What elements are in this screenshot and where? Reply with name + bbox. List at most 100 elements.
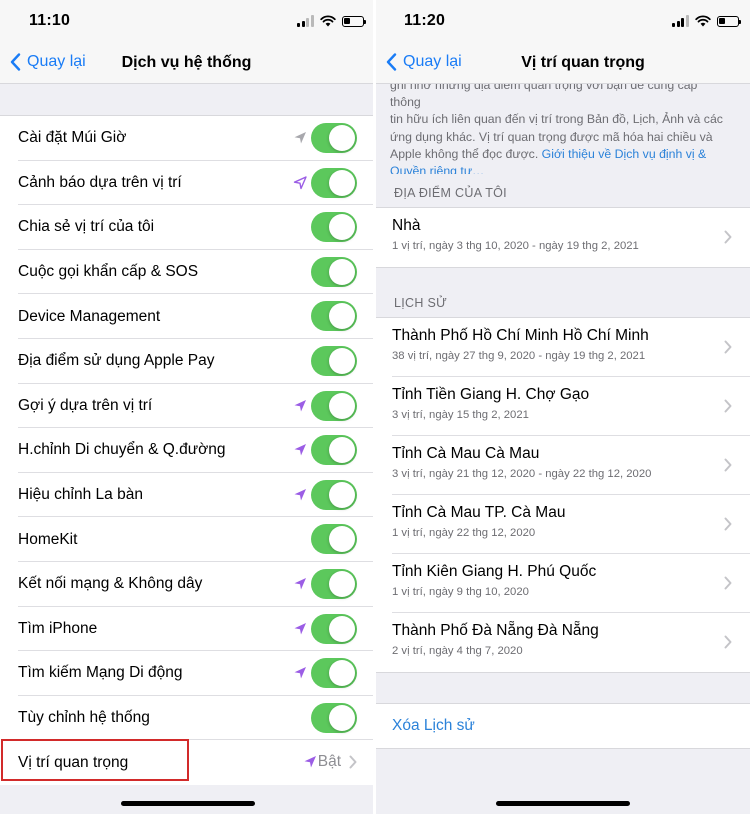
home-indicator bbox=[496, 801, 630, 806]
setting-row[interactable]: Vị trí quan trọng Bật bbox=[0, 740, 373, 785]
cellular-signal-icon bbox=[672, 15, 689, 27]
status-icons bbox=[672, 14, 741, 28]
chevron-right-icon-wrap bbox=[724, 576, 732, 595]
toggle-switch[interactable] bbox=[311, 524, 357, 555]
status-time: 11:20 bbox=[404, 12, 446, 29]
toggle-knob bbox=[329, 570, 355, 597]
setting-row: Chia sẻ vị trí của tôi bbox=[0, 205, 373, 250]
location-arrow-icon bbox=[294, 622, 306, 635]
chevron-left-icon bbox=[386, 53, 397, 71]
toggle-switch[interactable] bbox=[311, 479, 357, 510]
toggle-knob bbox=[329, 660, 355, 687]
toggle-switch[interactable] bbox=[311, 301, 357, 332]
location-arrow-icon bbox=[294, 577, 306, 590]
home-indicator bbox=[121, 801, 255, 806]
toggle-switch[interactable] bbox=[311, 123, 357, 153]
location-detail: 3 vị trí, ngày 21 thg 12, 2020 - ngày 22… bbox=[392, 468, 652, 480]
location-row[interactable]: Nhà 1 vị trí, ngày 3 thg 10, 2020 - ngày … bbox=[376, 208, 750, 267]
setting-label: Hiệu chỉnh La bàn bbox=[18, 486, 143, 504]
toggle-knob bbox=[329, 526, 355, 553]
section-header-history: LỊCH SỬ bbox=[394, 296, 448, 310]
setting-label: Gợi ý dựa trên vị trí bbox=[18, 396, 153, 414]
setting-row: Device Management bbox=[0, 294, 373, 339]
toggle-knob bbox=[329, 704, 355, 731]
location-row[interactable]: Tỉnh Cà Mau Cà Mau 3 vị trí, ngày 21 thg … bbox=[376, 436, 750, 495]
toggle-knob bbox=[329, 214, 355, 241]
toggle-switch[interactable] bbox=[311, 212, 357, 243]
chevron-right-icon bbox=[724, 635, 732, 649]
location-detail: 2 vị trí, ngày 4 thg 7, 2020 bbox=[392, 645, 523, 657]
toggle-knob bbox=[329, 437, 355, 464]
privacy-link[interactable]: Giới thiệu về Dịch vụ định vị & bbox=[542, 147, 707, 161]
setting-row: HomeKit bbox=[0, 517, 373, 562]
nav-bar: Quay lại Vị trí quan trọng bbox=[376, 44, 750, 84]
battery-icon bbox=[716, 15, 741, 27]
chevron-right-icon-wrap bbox=[724, 230, 732, 249]
toggle-knob bbox=[329, 303, 355, 330]
toggle-knob bbox=[329, 392, 355, 419]
status-icons bbox=[297, 14, 366, 28]
location-row[interactable]: Tỉnh Kiên Giang H. Phú Quốc 1 vị trí, ngà… bbox=[376, 554, 750, 613]
page-title: Dịch vụ hệ thống bbox=[121, 54, 252, 71]
location-title: Tỉnh Cà Mau Cà Mau bbox=[392, 445, 540, 462]
location-detail: 1 vị trí, ngày 9 thg 10, 2020 bbox=[392, 586, 529, 598]
setting-row: H.chỉnh Di chuyển & Q.đường bbox=[0, 428, 373, 473]
setting-row: Tìm iPhone bbox=[0, 607, 373, 652]
setting-row: Cuộc gọi khẩn cấp & SOS bbox=[0, 250, 373, 295]
toggle-switch[interactable] bbox=[311, 702, 357, 733]
toggle-switch[interactable] bbox=[311, 568, 357, 599]
chevron-right-icon bbox=[724, 576, 732, 590]
setting-label: HomeKit bbox=[18, 530, 78, 548]
location-row[interactable]: Thành Phố Hồ Chí Minh Hồ Chí Minh 38 vị t… bbox=[376, 318, 750, 377]
setting-label: Chia sẻ vị trí của tôi bbox=[18, 218, 155, 236]
status-bar: 11:10 bbox=[0, 0, 373, 44]
section-header-my-places: ĐỊA ĐIỂM CỦA TÔI bbox=[394, 186, 507, 200]
page-title: Vị trí quan trọng bbox=[521, 54, 645, 71]
setting-label: Tìm kiếm Mạng Di động bbox=[18, 664, 183, 682]
location-arrow-icon bbox=[294, 444, 306, 456]
toggle-switch[interactable] bbox=[311, 658, 357, 689]
toggle-switch[interactable] bbox=[311, 345, 357, 376]
chevron-right-icon bbox=[349, 755, 357, 769]
setting-row: Địa điểm sử dụng Apple Pay bbox=[0, 339, 373, 384]
toggle-knob bbox=[329, 347, 355, 374]
location-row[interactable]: Tỉnh Cà Mau TP. Cà Mau 1 vị trí, ngày 22 … bbox=[376, 495, 750, 554]
cellular-signal-icon bbox=[297, 15, 314, 27]
location-row[interactable]: Thành Phố Đà Nẵng Đà Nẵng 2 vị trí, ngày … bbox=[376, 613, 750, 672]
toggle-switch[interactable] bbox=[311, 435, 357, 466]
toggle-knob bbox=[329, 481, 355, 508]
location-title: Thành Phố Hồ Chí Minh Hồ Chí Minh bbox=[392, 327, 649, 344]
setting-label: Cuộc gọi khẩn cấp & SOS bbox=[18, 263, 199, 281]
battery-icon bbox=[341, 15, 366, 27]
toggle-switch[interactable] bbox=[311, 390, 357, 421]
setting-label: Cảnh báo dựa trên vị trí bbox=[18, 173, 182, 191]
history-group: Thành Phố Hồ Chí Minh Hồ Chí Minh 38 vị t… bbox=[376, 317, 750, 673]
location-detail: 3 vị trí, ngày 15 thg 2, 2021 bbox=[392, 409, 529, 421]
toggle-switch[interactable] bbox=[311, 613, 357, 644]
toggle-switch[interactable] bbox=[311, 256, 357, 287]
setting-row: Tùy chỉnh hệ thống bbox=[0, 696, 373, 741]
setting-label: Cài đặt Múi Giờ bbox=[18, 129, 127, 147]
chevron-right-icon bbox=[724, 458, 732, 472]
setting-label: Kết nối mạng & Không dây bbox=[18, 575, 203, 593]
toggle-knob bbox=[329, 615, 355, 642]
setting-label: Tùy chỉnh hệ thống bbox=[18, 709, 150, 727]
chevron-right-icon bbox=[724, 230, 732, 244]
setting-value: Bật bbox=[317, 753, 341, 771]
intro-text: ghi nhớ những địa điểm quan trọng với bạ… bbox=[390, 84, 730, 174]
chevron-right-icon-wrap bbox=[724, 517, 732, 536]
clear-history-row: Xóa Lịch sử bbox=[376, 703, 750, 749]
status-time: 11:10 bbox=[29, 12, 71, 29]
location-detail: 1 vị trí, ngày 3 thg 10, 2020 - ngày 19 … bbox=[392, 240, 639, 252]
toggle-switch[interactable] bbox=[311, 167, 357, 198]
intro-description: ghi nhớ những địa điểm quan trọng với bạ… bbox=[376, 84, 750, 174]
privacy-link-cont[interactable]: Quyền riêng tư… bbox=[390, 164, 484, 174]
clear-history-button[interactable]: Xóa Lịch sử bbox=[392, 717, 475, 735]
location-arrow-icon bbox=[294, 488, 306, 501]
toggle-knob bbox=[329, 258, 355, 285]
setting-label: Địa điểm sử dụng Apple Pay bbox=[18, 352, 215, 370]
chevron-right-icon-wrap bbox=[724, 635, 732, 654]
location-title: Nhà bbox=[392, 217, 421, 234]
setting-label: Tìm iPhone bbox=[18, 619, 98, 637]
location-row[interactable]: Tỉnh Tiền Giang H. Chợ Gạo 3 vị trí, ngày… bbox=[376, 377, 750, 436]
